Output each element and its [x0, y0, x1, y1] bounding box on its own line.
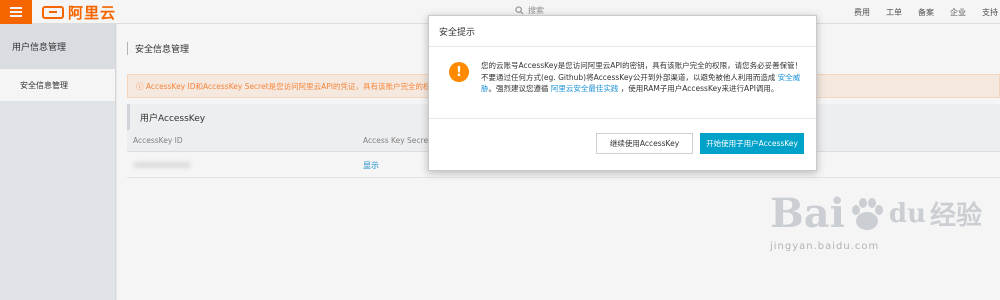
dialog-footer: 继续使用AccessKey 开始使用子用户AccessKey [429, 118, 816, 170]
best-practice-link[interactable]: 阿里云安全最佳实践 [551, 84, 619, 93]
message-text-3: ，使用RAM子用户AccessKey来进行API调用。 [620, 84, 779, 93]
dialog-message: 您的云账号AccessKey是您访问阿里云API的密钥，具有该账户完全的权限，请… [481, 60, 805, 95]
message-text-1: 您的云账号AccessKey是您访问阿里云API的密钥，具有该账户完全的权限，请… [481, 61, 803, 82]
dialog-title: 安全提示 [429, 16, 816, 47]
use-subuser-accesskey-button[interactable]: 开始使用子用户AccessKey [700, 133, 804, 154]
warning-icon: ! [449, 62, 469, 82]
message-text-2: 。强烈建议您遵循 [488, 84, 549, 93]
continue-accesskey-button[interactable]: 继续使用AccessKey [596, 133, 693, 154]
dialog-body: ! 您的云账号AccessKey是您访问阿里云API的密钥，具有该账户完全的权限… [449, 60, 805, 95]
security-tip-dialog: 安全提示 ! 您的云账号AccessKey是您访问阿里云API的密钥，具有该账户… [428, 15, 817, 171]
